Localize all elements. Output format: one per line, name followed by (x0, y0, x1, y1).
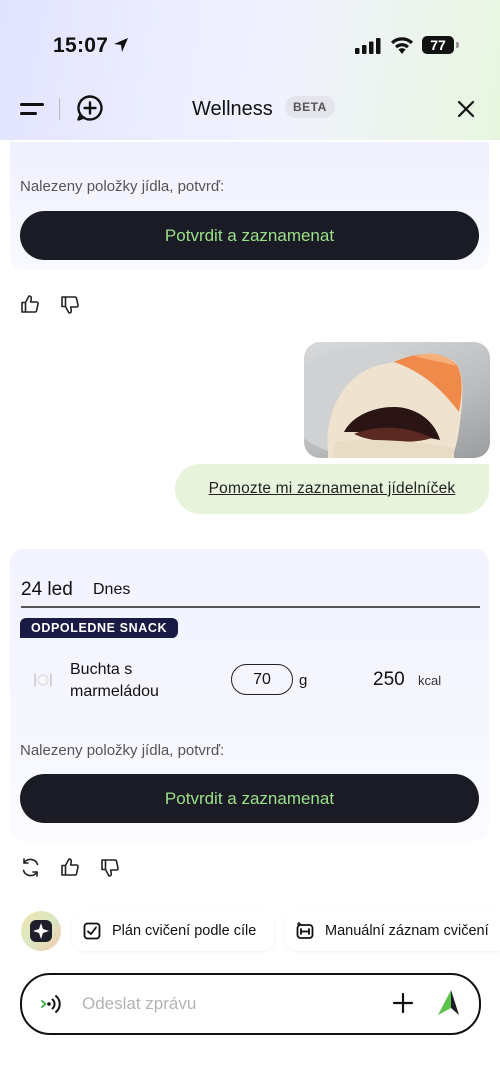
confirm-log-button[interactable]: Potvrdit a zaznamenat (20, 211, 479, 260)
suggestion-label: Manuální záznam cvičení (325, 923, 489, 939)
confirm-log-button[interactable]: Potvrdit a zaznamenat (20, 774, 479, 823)
food-photo[interactable] (304, 342, 490, 458)
log-date: 24 led (21, 579, 73, 600)
plate-cutlery-icon (34, 673, 52, 687)
kcal-unit: kcal (418, 673, 442, 688)
menu-icon[interactable] (20, 100, 46, 118)
beta-badge: BETA (285, 96, 335, 118)
kcal-value: 250 (373, 669, 405, 690)
location-arrow-icon (114, 38, 128, 52)
regenerate-icon[interactable] (20, 857, 41, 878)
user-message-text[interactable]: Pomozte mi zaznamenat jídelníček (209, 480, 456, 498)
bun-illustration (304, 347, 463, 458)
status-time: 15:07 (53, 34, 109, 57)
battery-indicator: 77 (422, 36, 454, 54)
cellular-signal-icon (355, 38, 381, 54)
thumbs-up-icon[interactable] (20, 294, 40, 314)
checkbox-icon (83, 922, 101, 940)
food-item-name: Buchta s marmeládou (70, 661, 159, 700)
suggestion-chip-manual-workout[interactable]: Manuální záznam cvičení (285, 911, 500, 951)
page-title: Wellness (192, 98, 273, 120)
thumbs-down-icon[interactable] (100, 858, 120, 878)
confirm-note: Nalezeny položky jídla, potvrď: (20, 178, 225, 195)
send-icon[interactable] (435, 989, 461, 1017)
app-header: Wellness BETA (0, 84, 500, 134)
plus-icon[interactable] (392, 992, 414, 1014)
wifi-icon (391, 37, 413, 54)
header-divider (59, 98, 60, 120)
meal-type-badge: ODPOLEDNE SNACK (20, 618, 179, 638)
voice-input-icon[interactable] (40, 993, 64, 1015)
thumbs-up-icon[interactable] (60, 857, 80, 877)
close-icon[interactable] (457, 100, 475, 118)
user-message-bubble: Pomozte mi zaznamenat jídelníček (175, 464, 489, 514)
suggestion-label: Plán cvičení podle cíle (112, 923, 257, 939)
quantity-input[interactable]: 70 (231, 664, 293, 695)
log-day: Dnes (93, 581, 131, 598)
message-input[interactable]: Odeslat zprávu (82, 994, 196, 1014)
assistant-avatar-icon[interactable] (20, 910, 62, 952)
message-composer[interactable]: Odeslat zprávu (20, 973, 481, 1035)
confirm-note: Nalezeny položky jídla, potvrď: (20, 742, 225, 759)
date-divider (21, 606, 480, 608)
suggestion-chip-workout-plan[interactable]: Plán cvičení podle cíle (72, 911, 274, 951)
new-chat-icon[interactable] (76, 94, 104, 122)
battery-nub (456, 42, 459, 48)
dumbbell-icon (296, 922, 314, 939)
thumbs-down-icon[interactable] (60, 295, 80, 315)
status-bar: 15:07 77 (0, 0, 500, 90)
quantity-unit: g (299, 672, 308, 689)
